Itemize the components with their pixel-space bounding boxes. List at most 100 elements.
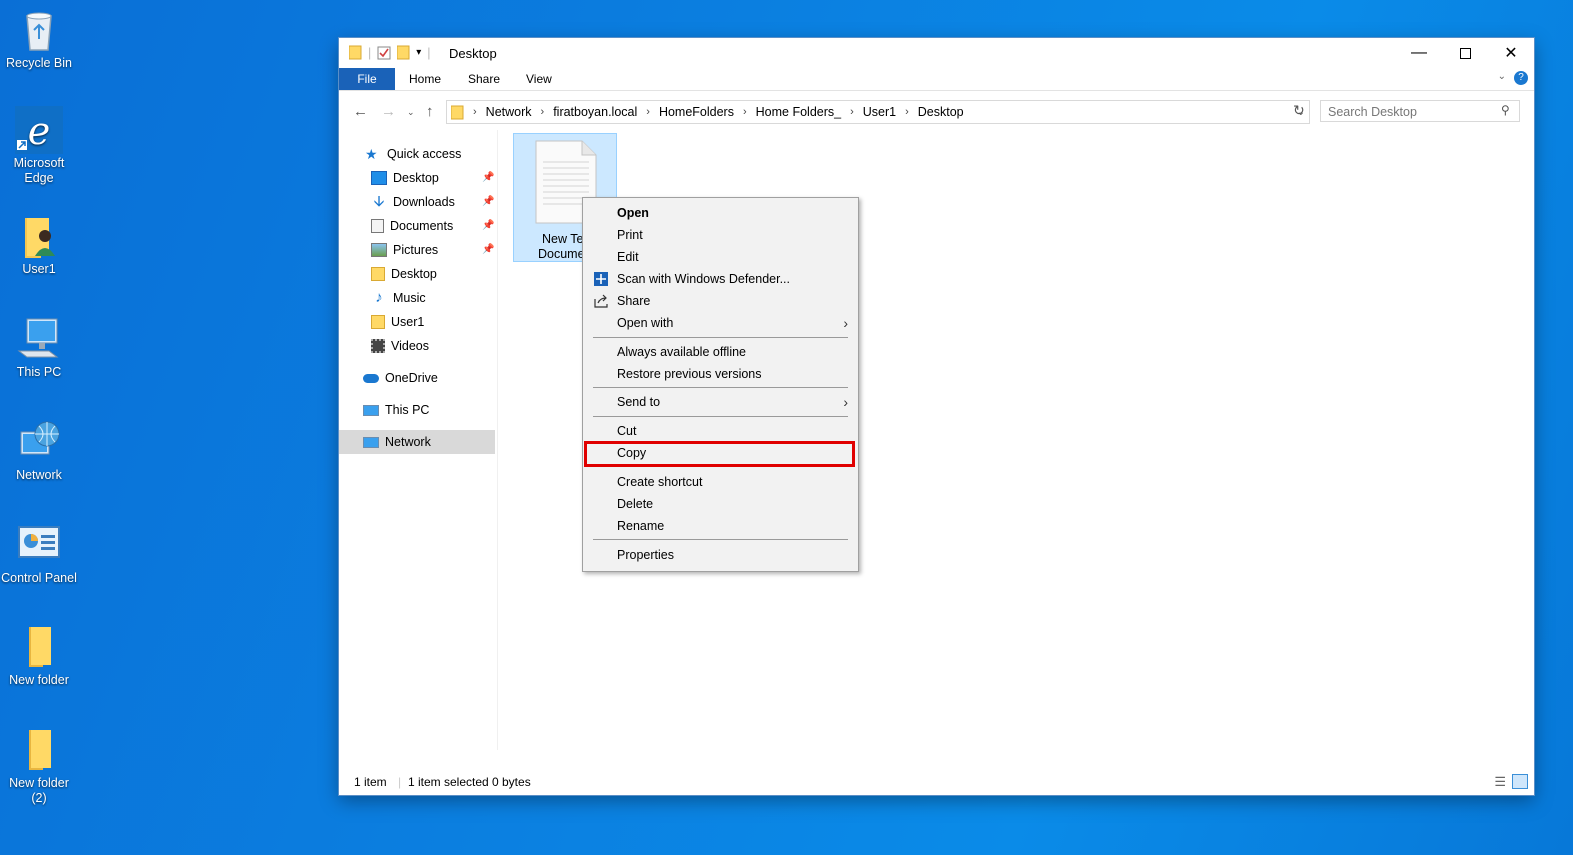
user-folder-icon <box>15 212 63 260</box>
menu-separator <box>593 539 848 540</box>
minimize-icon[interactable]: — <box>1396 38 1442 68</box>
chevron-right-icon[interactable]: › <box>850 106 854 118</box>
control-panel-icon <box>15 521 63 569</box>
menu-item-cut[interactable]: Cut <box>583 420 858 442</box>
menu-item-create-shortcut[interactable]: Create shortcut <box>583 471 858 493</box>
nav-this-pc[interactable]: This PC <box>363 399 429 421</box>
tab-file[interactable]: File <box>339 68 395 90</box>
menu-item-label: Open <box>617 206 649 220</box>
breadcrumb-home-folders[interactable]: Home Folders_ <box>756 105 841 119</box>
help-icon[interactable]: ? <box>1514 71 1528 85</box>
pin-icon[interactable]: 📌 <box>482 191 494 213</box>
desktop-icon-new-folder[interactable]: New folder <box>0 623 78 688</box>
desktop-icon-this-pc[interactable]: This PC <box>0 315 78 380</box>
chevron-right-icon[interactable]: › <box>743 106 747 118</box>
nav-item-pictures[interactable]: Pictures <box>371 239 438 261</box>
up-arrow-icon[interactable]: ↑ <box>426 103 434 120</box>
nav-item-user1[interactable]: User1 <box>371 311 424 333</box>
menu-item-always-offline[interactable]: Always available offline <box>583 341 858 363</box>
close-icon[interactable]: ✕ <box>1488 38 1534 68</box>
chevron-right-icon[interactable]: › <box>905 106 909 118</box>
search-icon[interactable]: ⚲ <box>1501 103 1510 117</box>
menu-item-share[interactable]: Share <box>583 290 858 312</box>
menu-separator <box>593 416 848 417</box>
chevron-right-icon[interactable]: › <box>541 106 545 118</box>
desktop-icon <box>371 171 387 185</box>
forward-arrow-icon[interactable]: → <box>381 103 396 120</box>
menu-item-label: Open with <box>617 316 674 330</box>
nav-item-videos[interactable]: Videos <box>371 335 429 357</box>
search-input[interactable]: Search Desktop <box>1320 100 1520 122</box>
menu-item-label: Print <box>617 228 643 242</box>
nav-item-music[interactable]: ♪ Music <box>371 287 425 309</box>
desktop-icon-user1[interactable]: User1 <box>0 212 78 277</box>
folder-icon <box>371 267 385 281</box>
chevron-right-icon[interactable]: › <box>473 106 477 118</box>
desktop-icon-new-folder-2[interactable]: New folder (2) <box>0 726 78 806</box>
network-icon <box>363 436 379 448</box>
breadcrumb-user1[interactable]: User1 <box>863 105 896 119</box>
menu-item-print[interactable]: Print <box>583 224 858 246</box>
nav-network[interactable]: Network <box>363 431 431 453</box>
nav-item-documents[interactable]: Documents <box>371 215 453 237</box>
recent-locations-icon[interactable]: ⌄ <box>407 107 415 118</box>
menu-item-label: Share <box>617 294 651 308</box>
menu-item-rename[interactable]: Rename <box>583 515 858 537</box>
breadcrumb-network[interactable]: Network <box>486 105 532 119</box>
download-arrow-icon: 🡫 <box>373 193 385 210</box>
pin-icon[interactable]: 📌 <box>482 239 494 261</box>
edge-icon: e <box>15 106 63 154</box>
menu-item-scan-defender[interactable]: Scan with Windows Defender... <box>583 268 858 290</box>
menu-item-properties[interactable]: Properties <box>583 544 858 566</box>
menu-item-send-to[interactable]: Send to › <box>583 391 858 413</box>
folder-icon <box>371 315 385 329</box>
nav-onedrive[interactable]: OneDrive <box>363 367 438 389</box>
desktop-icon-control-panel[interactable]: Control Panel <box>0 521 78 586</box>
share-icon <box>594 294 608 308</box>
nav-item-downloads[interactable]: 🡫 Downloads <box>371 191 455 213</box>
menu-item-label: Delete <box>617 497 654 511</box>
nav-quick-access[interactable]: ★ Quick access <box>365 143 461 165</box>
nav-item-desktop-folder[interactable]: Desktop <box>371 263 437 285</box>
new-folder-icon[interactable] <box>397 45 410 60</box>
maximize-icon[interactable] <box>1442 38 1488 68</box>
quick-access-toolbar: | ▾ | <box>349 45 431 60</box>
desktop-icon-label: New folder (2) <box>9 776 69 805</box>
menu-item-delete[interactable]: Delete <box>583 493 858 515</box>
menu-item-open-with[interactable]: Open with › <box>583 312 858 334</box>
folder-icon <box>15 726 63 774</box>
desktop-icon-recycle-bin[interactable]: Recycle Bin <box>0 6 78 71</box>
status-bar: 1 item | 1 item selected 0 bytes ☰ <box>339 769 1534 795</box>
chevron-right-icon[interactable]: › <box>646 106 650 118</box>
music-note-icon: ♪ <box>375 289 383 306</box>
address-bar[interactable]: › Network › firatboyan.local › HomeFolde… <box>446 100 1310 124</box>
breadcrumb-domain[interactable]: firatboyan.local <box>553 105 637 119</box>
pin-icon[interactable]: 📌 <box>482 215 494 237</box>
defender-shield-icon <box>594 272 608 286</box>
nav-item-desktop[interactable]: Desktop <box>371 167 439 189</box>
details-view-icon[interactable]: ☰ <box>1494 769 1506 795</box>
pin-icon[interactable]: 📌 <box>482 167 494 189</box>
desktop-icon-edge[interactable]: e Microsoft Edge <box>0 106 78 186</box>
customize-qat-icon[interactable]: ▾ <box>416 47 421 58</box>
refresh-icon[interactable]: ↻ <box>1293 102 1305 119</box>
breadcrumb-desktop[interactable]: Desktop <box>918 105 964 119</box>
breadcrumb-homefolders[interactable]: HomeFolders <box>659 105 734 119</box>
recycle-bin-icon <box>15 6 63 54</box>
menu-item-open[interactable]: Open <box>583 202 858 224</box>
nav-label: User1 <box>391 315 425 329</box>
tab-view[interactable]: View <box>514 68 564 90</box>
menu-item-restore-versions[interactable]: Restore previous versions <box>583 363 858 385</box>
pictures-icon <box>371 243 387 257</box>
properties-check-icon[interactable] <box>377 46 391 60</box>
large-icons-view-icon[interactable] <box>1512 774 1528 789</box>
back-arrow-icon[interactable]: ← <box>353 103 368 120</box>
status-selected: 1 item selected <box>408 775 489 789</box>
tab-share[interactable]: Share <box>456 68 512 90</box>
menu-item-edit[interactable]: Edit <box>583 246 858 268</box>
expand-ribbon-icon[interactable]: ⌄ <box>1498 71 1506 82</box>
ribbon-tabs: File Home Share View ⌄ ? <box>339 68 1534 91</box>
tab-home[interactable]: Home <box>397 68 453 90</box>
desktop-icon-network[interactable]: Network <box>0 418 78 483</box>
svg-text:e: e <box>28 109 51 153</box>
